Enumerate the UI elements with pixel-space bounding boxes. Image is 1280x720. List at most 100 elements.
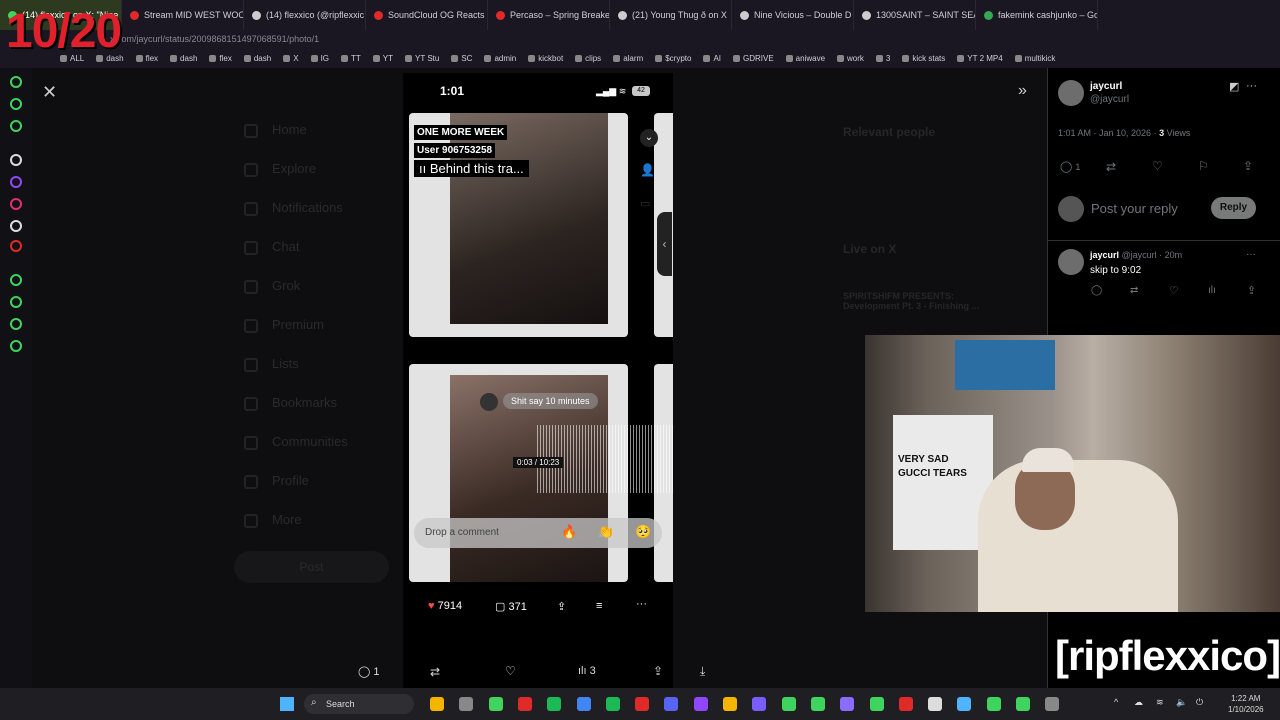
- browser-tab[interactable]: 1300SAINT – SAINT SEA: [854, 0, 976, 30]
- taskbar-search[interactable]: Search: [304, 694, 414, 714]
- sidebar-item-home[interactable]: Home: [272, 122, 307, 137]
- browser-tab[interactable]: fakemink cashjunko – Go: [976, 0, 1098, 30]
- reply-views-icon[interactable]: ılı: [1208, 285, 1216, 296]
- sidebar-item-chat[interactable]: Chat: [272, 239, 299, 254]
- ai-icon[interactable]: [10, 76, 22, 88]
- live-title[interactable]: SPIRITSHIFM PRESENTS: Development Pt. 3 …: [843, 291, 1003, 311]
- reply-input[interactable]: Post your reply: [1091, 201, 1178, 216]
- clap-emoji-button[interactable]: 👏: [598, 524, 614, 540]
- author-name[interactable]: jaycurl: [1090, 81, 1122, 92]
- expand-panel-icon[interactable]: »: [1018, 82, 1027, 100]
- like-button[interactable]: ♥ 7914: [428, 600, 462, 612]
- sidebar-item-more[interactable]: More: [272, 512, 302, 527]
- taskbar-app-icon[interactable]: [1045, 697, 1060, 711]
- taskbar-app-icon[interactable]: [752, 697, 767, 711]
- reply-retweet-icon[interactable]: ⇄: [1130, 285, 1138, 296]
- bookmark-item[interactable]: GDRIVE: [733, 54, 774, 63]
- taskbar-xbox-icon[interactable]: [781, 697, 796, 711]
- tray-chevron-icon[interactable]: ^: [1114, 697, 1118, 707]
- bookmark-item[interactable]: TT: [341, 54, 361, 63]
- views-button[interactable]: ılı 3: [578, 665, 596, 677]
- taskbar-app-icon[interactable]: [693, 697, 708, 711]
- instagram-icon[interactable]: [10, 198, 22, 210]
- chatgpt-icon[interactable]: [10, 154, 22, 166]
- bookmark-item[interactable]: SC: [451, 54, 472, 63]
- sidebar-item-premium[interactable]: Premium: [272, 317, 324, 332]
- author-handle[interactable]: @jaycurl: [1090, 94, 1129, 105]
- bookmark-item[interactable]: YT 2 MP4: [957, 54, 1003, 63]
- power-icon[interactable]: ⏻: [1196, 697, 1203, 708]
- person-icon[interactable]: 👤: [640, 163, 655, 177]
- comments-button[interactable]: ▢ 371: [495, 600, 527, 613]
- playlist-icon[interactable]: ≡: [596, 600, 602, 612]
- record-icon[interactable]: [10, 240, 22, 252]
- browser-tab[interactable]: Percaso – Spring Breake: [488, 0, 610, 30]
- bookmark-item[interactable]: aniwave: [785, 54, 825, 63]
- bookmark-item[interactable]: alarm: [613, 54, 643, 63]
- grok-icon[interactable]: ◩: [1229, 80, 1239, 93]
- post-retweet-icon[interactable]: ⇄: [1106, 160, 1116, 174]
- reply-submit-button[interactable]: Reply: [1211, 197, 1256, 219]
- twitch-icon[interactable]: [10, 176, 22, 188]
- more-icon[interactable]: ···: [636, 598, 647, 610]
- reply-reply-icon[interactable]: ◯: [1091, 285, 1102, 296]
- post-like-icon[interactable]: ♡: [1152, 159, 1163, 173]
- pleading-emoji-button[interactable]: 🥺: [635, 524, 651, 540]
- reply-more-icon[interactable]: ···: [1246, 249, 1256, 260]
- sidebar-item-bookmarks[interactable]: Bookmarks: [272, 395, 337, 410]
- taskbar-app-icon[interactable]: [869, 697, 884, 711]
- bookmark-item[interactable]: kick stats: [902, 54, 945, 63]
- taskbar-app-icon[interactable]: [928, 697, 943, 711]
- taskbar-game-icon[interactable]: [840, 697, 855, 711]
- comment-input[interactable]: Drop a comment: [414, 518, 662, 548]
- bookmark-item[interactable]: AI: [703, 54, 721, 63]
- taskbar-spotify-icon[interactable]: [547, 697, 562, 711]
- volume-icon[interactable]: 🔈: [1176, 697, 1187, 708]
- taskbar-opera-icon[interactable]: [635, 697, 650, 711]
- taskbar-opera-gx-icon[interactable]: [1016, 697, 1030, 711]
- bookmark-icon[interactable]: ⚐: [1198, 159, 1209, 173]
- bookmark-item[interactable]: admin: [484, 54, 516, 63]
- taskbar-explorer-icon[interactable]: [430, 697, 444, 711]
- taskbar-notepad-icon[interactable]: [957, 697, 972, 711]
- taskbar-opera-gx-icon[interactable]: [986, 697, 1001, 711]
- history-icon[interactable]: [10, 296, 22, 308]
- bookmark-item[interactable]: kickbot: [528, 54, 563, 63]
- bookmark-item[interactable]: work: [837, 54, 864, 63]
- like-outline-icon[interactable]: ♡: [505, 664, 516, 678]
- taskbar-clock[interactable]: 1:22 AM 1/10/2026: [1228, 693, 1264, 715]
- chevron-down-icon[interactable]: ⌄: [640, 129, 658, 147]
- sidebar-item-profile[interactable]: Profile: [272, 473, 309, 488]
- download-icon[interactable]: ⤓: [700, 664, 705, 679]
- post-share-icon[interactable]: ⇪: [1243, 159, 1253, 173]
- taskbar-app-icon[interactable]: [605, 697, 620, 711]
- address-bar[interactable]: x.com/jaycurl/status/2009868151497068591…: [0, 30, 1280, 48]
- browser-tab[interactable]: Stream MID WEST WOO: [122, 0, 244, 30]
- taskbar-app-icon[interactable]: [898, 697, 913, 711]
- sidebar-item-grok[interactable]: Grok: [272, 278, 300, 293]
- browser-tab[interactable]: (14) flexxico (@ripflexxic: [244, 0, 366, 30]
- messenger-icon[interactable]: [10, 120, 22, 132]
- browser-tab[interactable]: (21) Young Thug ð on X: [610, 0, 732, 30]
- bookmark-item[interactable]: 3: [875, 54, 890, 63]
- share-icon[interactable]: ⇪: [557, 600, 566, 613]
- taskbar-chrome-icon[interactable]: [576, 697, 591, 711]
- settings-icon[interactable]: [10, 340, 22, 352]
- post-reply-button[interactable]: ◯ 1: [1060, 160, 1080, 173]
- share-out-icon[interactable]: ⇪: [653, 664, 663, 678]
- tv-icon[interactable]: ▭: [640, 197, 650, 210]
- x-icon[interactable]: [10, 220, 22, 232]
- taskbar-files-icon[interactable]: [723, 697, 737, 711]
- bookmark-item[interactable]: multikick: [1014, 54, 1055, 63]
- bookmark-item[interactable]: flex: [135, 54, 158, 63]
- bookmark-item[interactable]: flex: [209, 54, 232, 63]
- sidebar-item-explore[interactable]: Explore: [272, 161, 316, 176]
- taskbar-app-icon[interactable]: [488, 697, 503, 711]
- extensions-icon[interactable]: [10, 318, 22, 330]
- fire-emoji-button[interactable]: 🔥: [561, 524, 577, 540]
- browser-tab[interactable]: Nine Vicious – Double D: [732, 0, 854, 30]
- retweet-icon[interactable]: ⇄: [430, 665, 440, 679]
- more-options-icon[interactable]: ···: [1246, 80, 1257, 92]
- sidebar-item-notifications[interactable]: Notifications: [272, 200, 343, 215]
- wifi-icon[interactable]: ≋: [1156, 697, 1164, 708]
